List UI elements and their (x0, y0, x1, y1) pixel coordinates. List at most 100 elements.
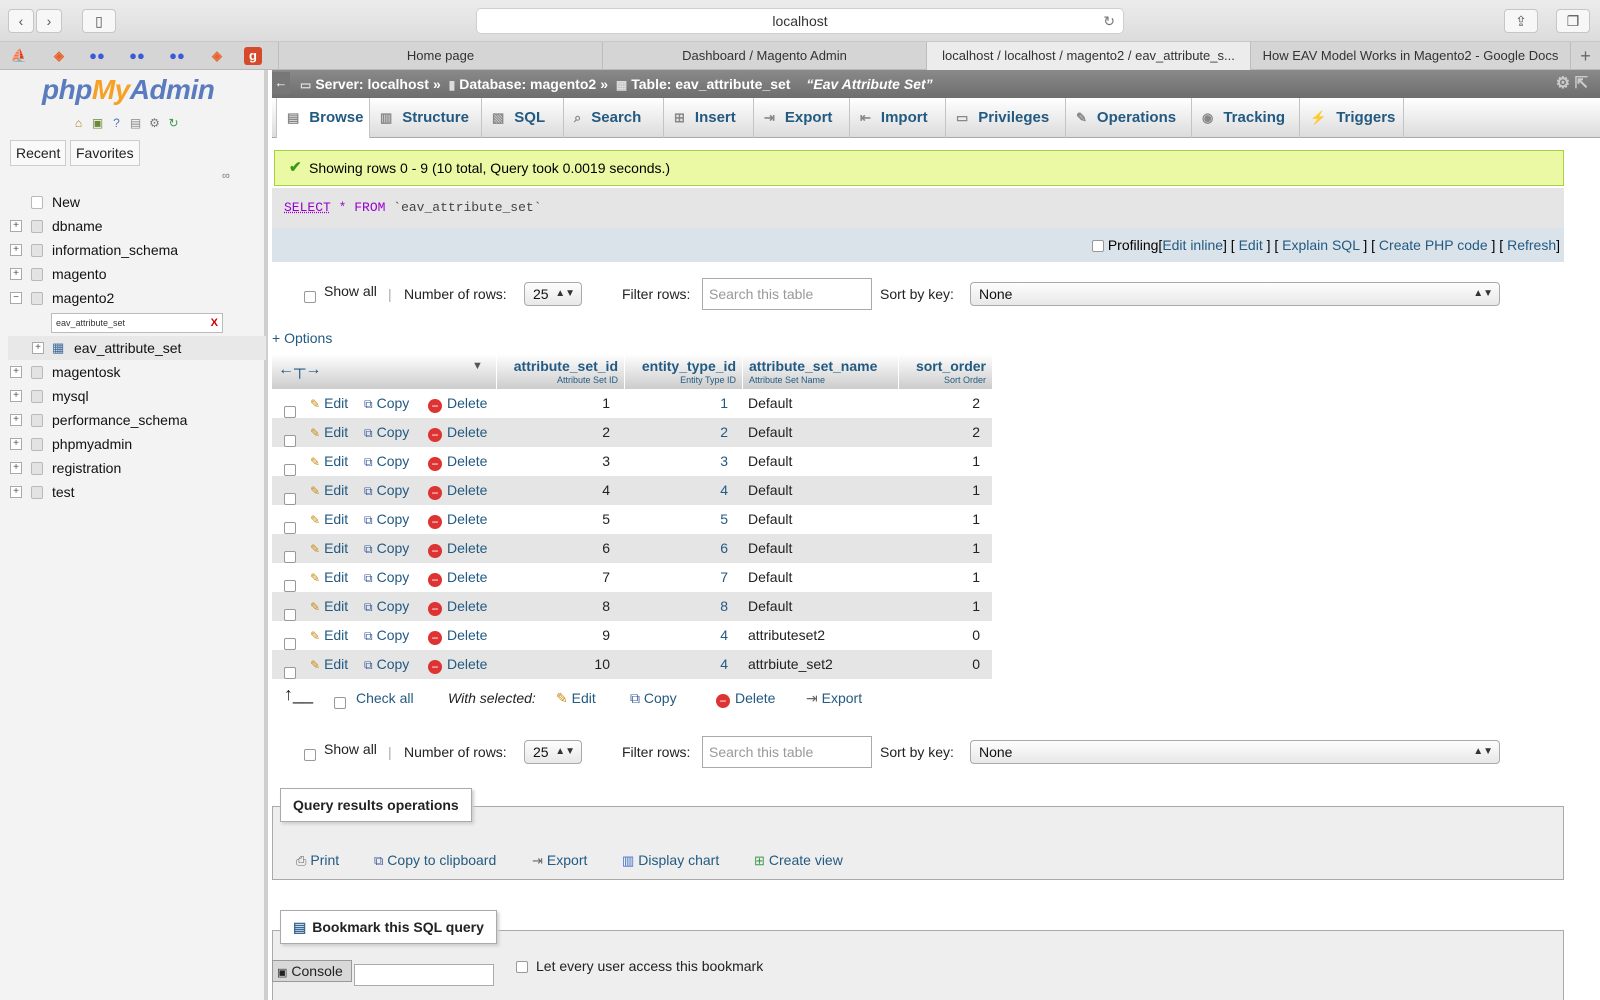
console-button[interactable]: ▣ Console (272, 960, 352, 982)
row-delete-button[interactable]: − Delete (428, 505, 487, 534)
expand-icon[interactable]: + (32, 342, 44, 354)
create-view-link[interactable]: ⊞ Create view (754, 852, 843, 869)
row-delete-button[interactable]: − Delete (428, 534, 487, 563)
row-edit-button[interactable]: ✎ Edit (310, 534, 348, 564)
cell-entity-type-id[interactable]: 2 (624, 418, 728, 447)
link-with-main-icon[interactable]: ∞ (222, 170, 230, 182)
cell-entity-type-id[interactable]: 4 (624, 650, 728, 679)
tree-item-db[interactable]: + registration (8, 456, 266, 480)
cell-entity-type-id[interactable]: 1 (624, 389, 728, 418)
tree-item-table[interactable]: + ▦ eav_attribute_set (8, 336, 266, 360)
row-edit-button[interactable]: ✎ Edit (310, 389, 348, 419)
rows-select[interactable]: 25 ▲▼ (524, 282, 582, 306)
expand-icon[interactable]: + (10, 486, 22, 498)
tab-search[interactable]: ⌕ Search (564, 98, 664, 138)
tree-item-db[interactable]: + phpmyadmin (8, 432, 266, 456)
sidebar-toggle-icon[interactable]: ▯ (82, 9, 116, 33)
copy-clipboard-link[interactable]: ⧉ Copy to clipboard (374, 852, 496, 869)
sort-key-select[interactable]: None ▲▼ (970, 740, 1500, 764)
row-delete-button[interactable]: − Delete (428, 418, 487, 447)
row-edit-button[interactable]: ✎ Edit (310, 592, 348, 622)
refresh-link[interactable]: Refresh (1507, 237, 1556, 253)
cell-entity-type-id[interactable]: 4 (624, 476, 728, 505)
row-edit-button[interactable]: ✎ Edit (310, 563, 348, 593)
cell-entity-type-id[interactable]: 7 (624, 563, 728, 592)
column-header[interactable]: sort_order Sort Order (898, 354, 992, 389)
row-delete-button[interactable]: − Delete (428, 563, 487, 592)
row-edit-button[interactable]: ✎ Edit (310, 476, 348, 506)
phpmyadmin-logo[interactable]: phpMyAdmin (42, 74, 215, 106)
back-icon[interactable]: ‹ (8, 9, 34, 33)
print-link[interactable]: ⎙ Print (296, 852, 339, 869)
breadcrumb-database[interactable]: Database: magento2 (459, 76, 596, 92)
row-copy-button[interactable]: ⧉ Copy (364, 389, 409, 419)
tab-sql[interactable]: ▧ SQL (482, 98, 564, 138)
tab-operations[interactable]: ✎ Operations (1066, 98, 1192, 138)
tree-item-db[interactable]: + dbname (8, 214, 266, 238)
expand-icon[interactable]: + (10, 220, 22, 232)
tree-item-db[interactable]: + mysql (8, 384, 266, 408)
tree-item-db[interactable]: − magento2 (8, 286, 266, 310)
docs-icon[interactable]: ▤ (127, 115, 144, 132)
filter-rows-input[interactable]: Search this table (702, 278, 872, 310)
tab-insert[interactable]: ⊞ Insert (664, 98, 754, 138)
row-edit-button[interactable]: ✎ Edit (310, 505, 348, 535)
tab-browse[interactable]: ▤ Browse (276, 98, 370, 138)
reload-icon[interactable]: ↻ (1103, 9, 1115, 33)
tree-item-db[interactable]: + performance_schema (8, 408, 266, 432)
row-edit-button[interactable]: ✎ Edit (310, 418, 348, 448)
tab-google-docs[interactable]: How EAV Model Works in Magento2 - Google… (1250, 42, 1570, 70)
options-link[interactable]: + Options (272, 330, 332, 346)
pinned-tab-g-icon[interactable]: g (244, 47, 262, 65)
tab-phpmyadmin[interactable]: localhost / localhost / magento2 / eav_a… (926, 42, 1250, 70)
tab-tracking[interactable]: ◉ Tracking (1192, 98, 1300, 138)
cell-entity-type-id[interactable]: 6 (624, 534, 728, 563)
cell-entity-type-id[interactable]: 3 (624, 447, 728, 476)
tabs-overview-icon[interactable]: ❐ (1556, 9, 1590, 33)
page-settings-icon[interactable]: ⚙ ⇱ (1556, 70, 1588, 98)
row-edit-button[interactable]: ✎ Edit (310, 650, 348, 680)
check-all-label[interactable]: Check all (356, 690, 414, 706)
row-copy-button[interactable]: ⧉ Copy (364, 534, 409, 564)
row-delete-button[interactable]: − Delete (428, 621, 487, 650)
row-copy-button[interactable]: ⧉ Copy (364, 418, 409, 448)
show-all-checkbox[interactable] (304, 746, 316, 762)
collapse-nav-icon[interactable]: ← (272, 72, 290, 94)
edit-query-link[interactable]: Edit (1239, 237, 1263, 253)
expand-icon[interactable]: + (10, 438, 22, 450)
expand-icon[interactable]: + (10, 268, 22, 280)
cell-entity-type-id[interactable]: 5 (624, 505, 728, 534)
pinned-tab-magento-icon[interactable]: ◈ (46, 45, 72, 67)
bookmark-shared-option[interactable]: Let every user access this bookmark (516, 958, 763, 974)
tab-triggers[interactable]: ⚡ Triggers (1300, 98, 1404, 138)
bulk-edit-button[interactable]: ✎ Edit (556, 690, 596, 707)
clear-filter-icon[interactable]: X (211, 314, 218, 332)
column-move-arrows-icon[interactable]: ←┬→ (278, 361, 321, 379)
row-edit-button[interactable]: ✎ Edit (310, 447, 348, 477)
address-bar[interactable]: localhost ↻ (476, 8, 1124, 34)
create-php-link[interactable]: Create PHP code (1379, 237, 1488, 253)
row-delete-button[interactable]: − Delete (428, 447, 487, 476)
row-delete-button[interactable]: − Delete (428, 389, 487, 418)
cell-entity-type-id[interactable]: 8 (624, 592, 728, 621)
pinned-tab-pma-icon[interactable]: ⛵ (6, 45, 32, 67)
row-delete-button[interactable]: − Delete (428, 650, 487, 679)
home-icon[interactable]: ⌂ (70, 115, 87, 132)
tab-home[interactable]: Home page (278, 42, 602, 70)
favorites-tab[interactable]: Favorites (70, 140, 140, 166)
bulk-delete-button[interactable]: − Delete (716, 690, 775, 708)
tree-item-db[interactable]: + test (8, 480, 266, 504)
row-edit-button[interactable]: ✎ Edit (310, 621, 348, 651)
filter-rows-input[interactable]: Search this table (702, 736, 872, 768)
tab-import[interactable]: ⇤ Import (850, 98, 946, 138)
pinned-tab-dots-icon[interactable]: ●● (124, 45, 150, 67)
breadcrumb-server[interactable]: Server: localhost (315, 76, 429, 92)
row-copy-button[interactable]: ⧉ Copy (364, 476, 409, 506)
tree-item-db[interactable]: + information_schema (8, 238, 266, 262)
exit-icon[interactable]: ▣ (89, 115, 106, 132)
bookmark-label-input[interactable] (354, 964, 494, 986)
forward-icon[interactable]: › (36, 9, 62, 33)
bulk-export-button[interactable]: ⇥ Export (806, 690, 862, 707)
tree-item-new[interactable]: New (8, 190, 266, 214)
export-link[interactable]: ⇥ Export (532, 852, 587, 869)
